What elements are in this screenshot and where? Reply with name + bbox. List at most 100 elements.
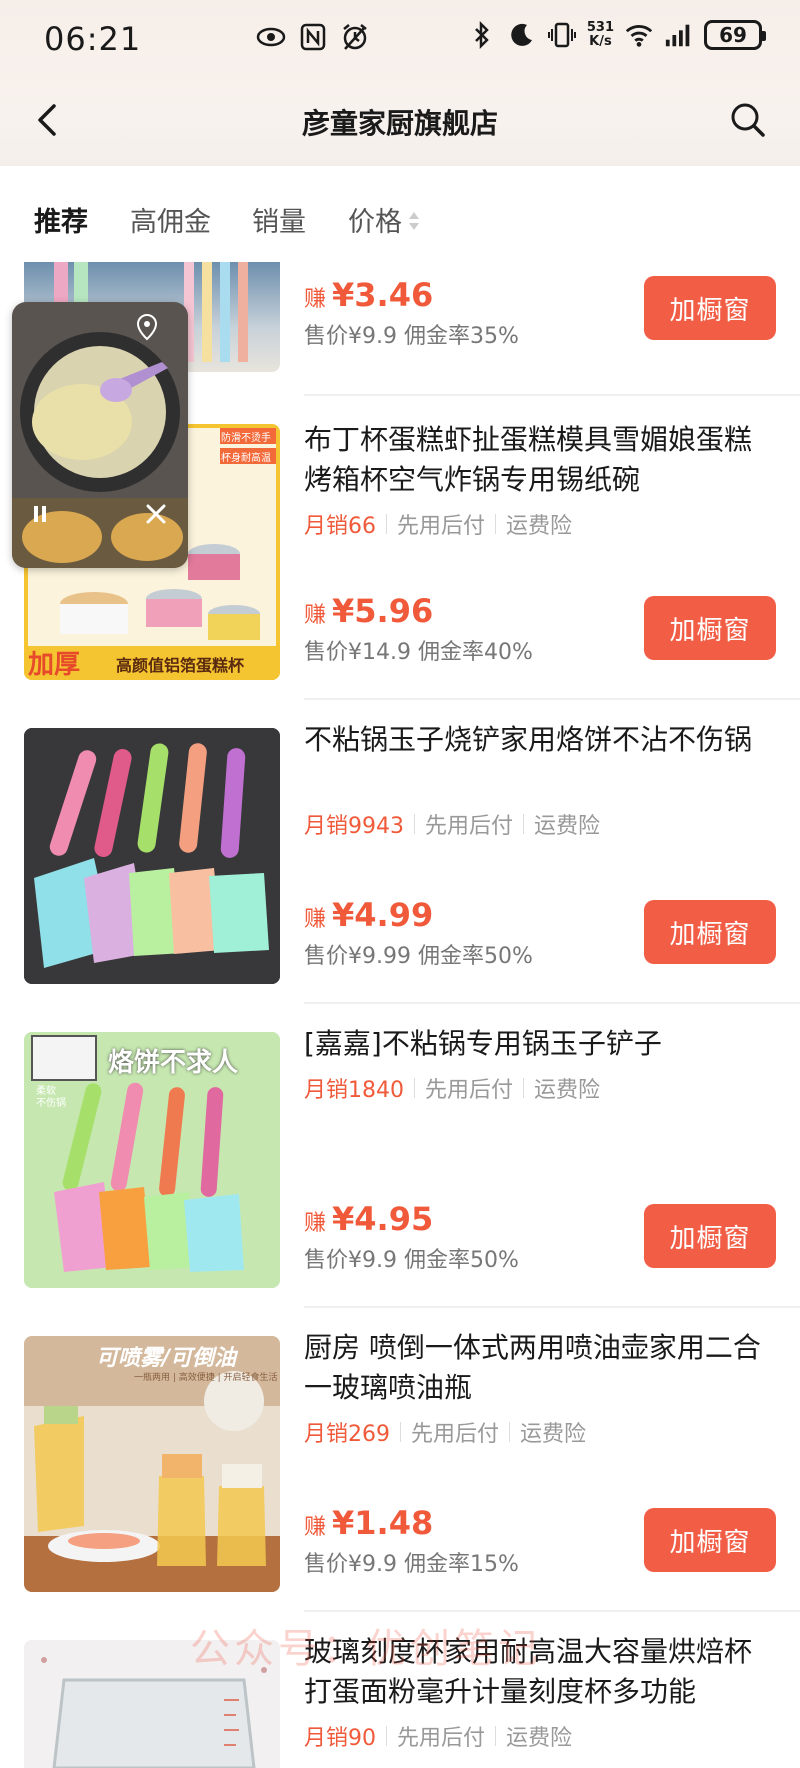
nfc-icon xyxy=(298,22,328,52)
tab-sales[interactable]: 销量 xyxy=(252,200,306,239)
location-pin-icon xyxy=(132,312,162,342)
search-icon xyxy=(731,103,765,137)
add-to-window-button[interactable]: 加橱窗 xyxy=(644,276,776,340)
vibrate-icon xyxy=(547,20,577,50)
thumb-caption: 可喷雾/可倒油 xyxy=(96,1346,237,1371)
separator xyxy=(509,1422,511,1442)
tag-pay-later: 先用后付 xyxy=(397,514,486,539)
tab-price-label: 价格 xyxy=(348,207,402,238)
bluetooth-icon xyxy=(467,20,497,50)
separator xyxy=(414,814,415,834)
product-thumbnail xyxy=(24,728,280,984)
monthly-sales: 月销90 xyxy=(304,1726,376,1751)
price-commission: 售价¥14.9 佣金率40% xyxy=(304,640,533,665)
top-header-area: 06:21 531 K/s 69 彦童家厨旗舰店 xyxy=(0,0,800,166)
product-meta: 月销66 先用后付 运费险 xyxy=(304,508,572,540)
earn-amount: 赚 ¥3.46 xyxy=(304,276,433,314)
earn-value: ¥5.96 xyxy=(332,592,434,630)
product-meta: 月销269 先用后付 运费险 xyxy=(304,1416,586,1448)
thumb-tag: 一瓶两用 | 高效便捷 | 开启轻食生活 xyxy=(134,1373,278,1383)
tag-shipping-insurance: 运费险 xyxy=(506,1726,573,1751)
price-commission: 售价¥9.9 佣金率15% xyxy=(304,1552,519,1577)
earn-value: ¥4.95 xyxy=(332,1200,434,1238)
thumb-caption: 高颜值铝箔蛋糕杯 xyxy=(116,656,245,675)
add-to-window-button[interactable]: 加橱窗 xyxy=(644,1204,776,1268)
status-left-icons xyxy=(256,22,370,52)
product-title: [嘉嘉]不粘锅专用锅玉子铲子 xyxy=(304,1027,662,1060)
battery-indicator: 69 xyxy=(704,20,766,50)
earn-value: ¥1.48 xyxy=(332,1504,434,1542)
signal-icon xyxy=(664,20,694,50)
floating-video-player[interactable] xyxy=(12,302,188,568)
thumb-caption: 烙饼不求人 xyxy=(108,1048,239,1078)
add-to-window-button[interactable]: 加橱窗 xyxy=(644,1508,776,1572)
tag-shipping-insurance: 运费险 xyxy=(534,1078,601,1103)
add-to-window-button[interactable]: 加橱窗 xyxy=(644,596,776,660)
price-commission: 售价¥9.9 佣金率50% xyxy=(304,1248,519,1273)
price-commission: 售价¥9.9 佣金率35% xyxy=(304,324,519,349)
pause-button[interactable] xyxy=(26,500,54,528)
earn-label: 赚 xyxy=(304,907,327,932)
list-item[interactable]: 不粘锅玉子烧铲家用烙饼不沾不伤锅 月销9943 先用后付 运费险 赚 ¥4.99 售价… xyxy=(0,700,800,1004)
status-time: 06:21 xyxy=(44,20,142,58)
separator xyxy=(386,514,387,534)
tag-pay-later: 先用后付 xyxy=(425,1078,514,1103)
add-to-window-button[interactable]: 加橱窗 xyxy=(644,900,776,964)
monthly-sales: 月销269 xyxy=(304,1422,390,1447)
earn-amount: 赚 ¥5.96 xyxy=(304,592,433,630)
tab-price[interactable]: 价格 xyxy=(348,200,420,239)
tag-shipping-insurance: 运费险 xyxy=(534,814,601,839)
network-speed-value: 531 xyxy=(586,20,614,35)
separator xyxy=(400,1422,401,1442)
tag-pay-later: 先用后付 xyxy=(411,1422,500,1447)
search-button[interactable] xyxy=(726,98,770,142)
list-item[interactable]: 可喷雾/可倒油 一瓶两用 | 高效便捷 | 开启轻食生活 厨房 喷倒一体式两用喷… xyxy=(0,1308,800,1612)
earn-amount: 赚 ¥4.95 xyxy=(304,1200,433,1238)
product-title: 布丁杯蛋糕虾扯蛋糕模具雪媚娘蛋糕烤箱杯空气炸锅专用锡纸碗 xyxy=(304,423,753,496)
tab-recommend[interactable]: 推荐 xyxy=(34,200,88,239)
separator xyxy=(523,814,525,834)
earn-value: ¥4.99 xyxy=(332,896,434,934)
earn-label: 赚 xyxy=(304,1515,327,1540)
separator xyxy=(495,1726,497,1746)
list-item[interactable]: 烙饼不求人 柔软 不伤锅 [嘉嘉]不粘锅专用锅玉子铲子 月销1840 先用后付 运费… xyxy=(0,1004,800,1308)
monthly-sales: 月销1840 xyxy=(304,1078,404,1103)
tab-high-commission[interactable]: 高佣金 xyxy=(130,200,211,239)
thumb-badge-text: 加厚 xyxy=(28,650,81,680)
network-speed: 531 K/s xyxy=(587,21,614,49)
earn-amount: 赚 ¥1.48 xyxy=(304,1504,433,1542)
product-title: 厨房 喷倒一体式两用喷油壶家用二合一玻璃喷油瓶 xyxy=(304,1331,761,1404)
tag-pay-later: 先用后付 xyxy=(397,1726,486,1751)
page-title: 彦童家厨旗舰店 xyxy=(301,107,498,140)
wifi-icon xyxy=(624,20,654,50)
monthly-sales: 月销66 xyxy=(304,514,376,539)
product-thumbnail: 可喷雾/可倒油 一瓶两用 | 高效便捷 | 开启轻食生活 xyxy=(24,1336,280,1592)
separator xyxy=(523,1078,525,1098)
earn-label: 赚 xyxy=(304,1211,327,1236)
watermark-text: 公众号：优创笔记 xyxy=(190,1626,542,1672)
alarm-icon xyxy=(340,22,370,52)
network-speed-unit: K/s xyxy=(589,34,612,49)
separator xyxy=(414,1078,415,1098)
status-bar: 06:21 531 K/s 69 xyxy=(0,0,800,80)
product-meta: 月销90 先用后付 运费险 xyxy=(304,1720,572,1752)
sort-arrows-icon xyxy=(409,211,419,230)
thumb-tag: 防滑不烫手 xyxy=(221,433,271,444)
product-meta: 月销9943 先用后付 运费险 xyxy=(304,808,600,840)
earn-value: ¥3.46 xyxy=(332,276,434,314)
nav-bar: 彦童家厨旗舰店 xyxy=(0,86,800,156)
eye-icon xyxy=(256,22,286,52)
tag-shipping-insurance: 运费险 xyxy=(506,514,573,539)
separator xyxy=(495,514,497,534)
separator xyxy=(386,1726,387,1746)
tag-shipping-insurance: 运费险 xyxy=(520,1422,587,1447)
product-meta: 月销1840 先用后付 运费险 xyxy=(304,1072,600,1104)
earn-amount: 赚 ¥4.99 xyxy=(304,896,433,934)
close-video-button[interactable] xyxy=(142,500,170,528)
earn-label: 赚 xyxy=(304,287,327,312)
earn-label: 赚 xyxy=(304,603,327,628)
moon-icon xyxy=(507,20,537,50)
pause-icon xyxy=(34,506,46,522)
product-title: 不粘锅玉子烧铲家用烙饼不沾不伤锅 xyxy=(304,723,753,756)
thumb-tag: 杯身耐高温 xyxy=(221,453,271,464)
